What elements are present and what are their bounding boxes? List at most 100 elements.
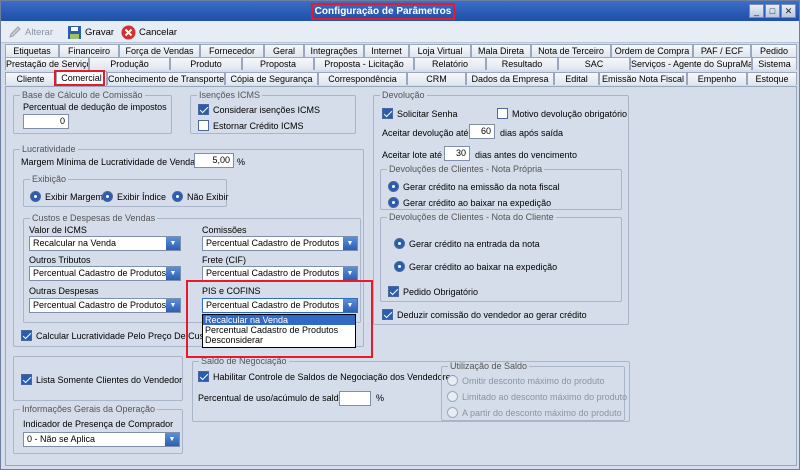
exibicao-legend: Exibição xyxy=(32,174,67,184)
tab-geral[interactable]: Geral xyxy=(264,44,304,57)
close-button[interactable]: ✕ xyxy=(781,4,796,18)
tab-fornecedor[interactable]: Fornecedor xyxy=(200,44,264,57)
credito-expedicao-cliente-radio[interactable]: Gerar crédito ao baixar na expedição xyxy=(394,261,557,272)
calcular-lucratividade-checkbox[interactable]: Calcular Lucratividade Pelo Preço De Cus… xyxy=(21,330,212,341)
lista-clientes-checkbox[interactable]: Lista Somente Clientes do Vendedor xyxy=(21,374,182,385)
aceitar-devolucao-input[interactable]: 60 xyxy=(469,124,495,139)
tab-forca-de-vendas[interactable]: Força de Vendas xyxy=(119,44,200,57)
tab-resultado[interactable]: Resultado xyxy=(486,57,558,70)
maximize-button[interactable]: □ xyxy=(765,4,780,18)
tab-empenho[interactable]: Empenho xyxy=(687,72,747,85)
percentual-saldo-percent: % xyxy=(376,393,385,403)
tab-conhecimento-de-transporte[interactable]: Conhecimento de Transporte xyxy=(107,72,225,85)
chevron-down-icon: ▼ xyxy=(343,237,357,250)
tab-financeiro[interactable]: Financeiro xyxy=(59,44,119,57)
tab-strip: Etiquetas Financeiro Força de Vendas For… xyxy=(5,44,797,86)
operacao-legend: Informações Gerais da Operação xyxy=(22,404,156,414)
presenca-select[interactable]: 0 - Não se Aplica ▼ xyxy=(23,432,180,447)
gravar-button[interactable]: Gravar xyxy=(67,24,114,40)
presenca-label: Indicador de Presença de Comprador xyxy=(23,419,174,429)
tab-edital[interactable]: Edital xyxy=(554,72,599,85)
cancelar-button[interactable]: Cancelar xyxy=(121,24,177,40)
tab-ordem-de-compra[interactable]: Ordem de Compra xyxy=(611,44,693,57)
margem-input[interactable]: 5,00 xyxy=(194,153,234,168)
devolucao-legend: Devolução xyxy=(382,90,425,100)
tab-etiquetas[interactable]: Etiquetas xyxy=(5,44,59,57)
aceitar-lote-input[interactable]: 30 xyxy=(444,146,470,161)
habilitar-saldos-checkbox[interactable]: Habilitar Controle de Saldos de Negociaç… xyxy=(198,371,455,382)
credito-expedicao-propria-radio[interactable]: Gerar crédito ao baixar na expedição xyxy=(388,197,551,208)
tab-proposta[interactable]: Proposta xyxy=(242,57,314,70)
motivo-obrigatorio-checkbox[interactable]: Motivo devolução obrigatório xyxy=(497,108,627,119)
tab-loja-virtual[interactable]: Loja Virtual xyxy=(409,44,471,57)
tab-integracoes[interactable]: Integrações xyxy=(304,44,364,57)
tab-crm[interactable]: CRM xyxy=(407,72,466,85)
aceitar-devolucao-label: Aceitar devolução até xyxy=(382,128,469,138)
deducao-input[interactable]: 0 xyxy=(23,114,69,129)
comissoes-select[interactable]: Percentual Cadastro de Produtos ▼ xyxy=(202,236,358,251)
credito-entrada-radio[interactable]: Gerar crédito na entrada da nota xyxy=(394,238,540,249)
tab-emissao-nota-fiscal[interactable]: Emissão Nota Fiscal xyxy=(599,72,687,85)
tab-relatorio[interactable]: Relatório xyxy=(414,57,486,70)
outros-tributos-select[interactable]: Percentual Cadastro de Produtos ▼ xyxy=(29,266,181,281)
tab-sac[interactable]: SAC xyxy=(558,57,630,70)
tab-internet[interactable]: Internet xyxy=(364,44,409,57)
pedido-obrigatorio-checkbox[interactable]: Pedido Obrigatório xyxy=(388,286,478,297)
outros-tributos-label: Outros Tributos xyxy=(29,255,91,265)
tab-producao[interactable]: Produção xyxy=(89,57,170,70)
save-icon xyxy=(67,25,82,40)
cancel-icon xyxy=(121,25,136,40)
aceitar-lote-suffix: dias antes do vencimento xyxy=(475,150,578,160)
tab-estoque[interactable]: Estoque xyxy=(747,72,797,85)
tab-mala-direta[interactable]: Mala Direta xyxy=(471,44,531,57)
lucratividade-legend: Lucratividade xyxy=(22,144,76,154)
apartir-desconto-radio[interactable]: A partir do desconto máximo do produto xyxy=(447,407,622,418)
outras-despesas-label: Outras Despesas xyxy=(29,286,99,296)
tab-servicos-agente[interactable]: Serviços - Agente do SupraMais xyxy=(630,57,752,70)
alterar-button[interactable]: Alterar xyxy=(7,24,53,40)
tab-paf-ecf[interactable]: PAF / ECF xyxy=(693,44,751,57)
tab-sistema[interactable]: Sistema xyxy=(752,57,797,70)
dropdown-option-percentual[interactable]: Percentual Cadastro de Produtos xyxy=(203,325,355,335)
chevron-down-icon: ▼ xyxy=(166,267,180,280)
omitir-desconto-radio[interactable]: Omitir desconto máximo do produto xyxy=(447,375,605,386)
chevron-down-icon: ▼ xyxy=(343,267,357,280)
minimize-button[interactable]: _ xyxy=(749,4,764,18)
deduzir-comissao-checkbox[interactable]: Deduzir comissão do vendedor ao gerar cr… xyxy=(382,309,587,320)
tab-copia-de-seguranca[interactable]: Cópia de Segurança xyxy=(225,72,318,85)
dropdown-option-recalcular[interactable]: Recalcular na Venda xyxy=(203,315,355,325)
tab-prestacao-de-servicos[interactable]: Prestação de Serviços xyxy=(5,57,89,70)
comercial-tab-highlight xyxy=(54,70,105,86)
estornar-credito-checkbox[interactable]: Estornar Crédito ICMS xyxy=(198,120,304,131)
tab-nota-de-terceiro[interactable]: Nota de Terceiro xyxy=(531,44,611,57)
alterar-label: Alterar xyxy=(25,26,53,38)
tab-cliente[interactable]: Cliente xyxy=(5,72,56,85)
comissoes-label: Comissões xyxy=(202,225,247,235)
tab-correspondencia[interactable]: Correspondência xyxy=(318,72,407,85)
aceitar-lote-label: Aceitar lote até xyxy=(382,150,443,160)
frete-select[interactable]: Percentual Cadastro de Produtos ▼ xyxy=(202,266,358,281)
nao-exibir-radio[interactable]: Não Exibir xyxy=(172,191,229,202)
pis-dropdown-list: Recalcular na Venda Percentual Cadastro … xyxy=(202,314,356,348)
dropdown-option-desconsiderar[interactable]: Desconsiderar xyxy=(203,335,355,345)
valor-icms-select[interactable]: Recalcular na Venda ▼ xyxy=(29,236,181,251)
tab-pedido[interactable]: Pedido xyxy=(751,44,797,57)
considerar-isencoes-checkbox[interactable]: Considerar isenções ICMS xyxy=(198,104,320,115)
tab-proposta-licitacao[interactable]: Proposta - Licitação xyxy=(314,57,414,70)
cancelar-label: Cancelar xyxy=(139,26,178,38)
gravar-label: Gravar xyxy=(85,26,115,38)
aceitar-devolucao-suffix: dias após saída xyxy=(500,128,564,138)
tab-produto[interactable]: Produto xyxy=(170,57,242,70)
outras-despesas-select[interactable]: Percentual Cadastro de Produtos ▼ xyxy=(29,298,181,313)
nota-cliente-legend: Devoluções de Clientes - Nota do Cliente xyxy=(389,212,554,222)
tab-dados-da-empresa[interactable]: Dados da Empresa xyxy=(466,72,554,85)
title-bar: Configuração de Parâmetros _ □ ✕ xyxy=(1,1,799,21)
parameters-window: Configuração de Parâmetros _ □ ✕ Alterar… xyxy=(0,0,800,470)
exibir-margem-radio[interactable]: Exibir Margem xyxy=(30,191,103,202)
percentual-saldo-input[interactable] xyxy=(339,391,371,406)
limitado-desconto-radio[interactable]: Limitado ao desconto máximo do produto xyxy=(447,391,627,402)
exibir-indice-radio[interactable]: Exibir Índice xyxy=(102,191,166,202)
credito-emissao-radio[interactable]: Gerar crédito na emissão da nota fiscal xyxy=(388,181,560,192)
toolbar: Alterar Gravar Cancelar xyxy=(1,21,799,43)
solicitar-senha-checkbox[interactable]: Solicitar Senha xyxy=(382,108,458,119)
